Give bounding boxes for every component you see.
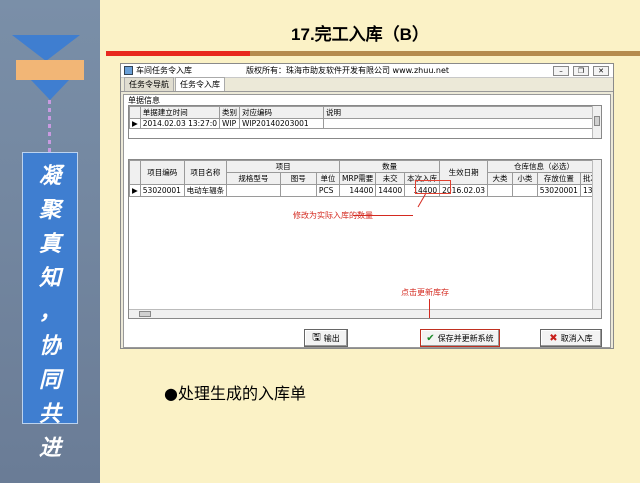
title-rule-brown xyxy=(250,51,640,56)
group-header-warehouse: 仓库信息（必选） xyxy=(487,160,601,173)
column-header[interactable]: 存放位置 xyxy=(536,172,581,185)
row-indicator-header xyxy=(129,106,141,119)
detail-grid-vscrollbar[interactable] xyxy=(592,160,601,318)
column-header[interactable]: 图号 xyxy=(279,172,317,185)
column-header[interactable]: 说明 xyxy=(323,106,601,119)
qty-highlight-box xyxy=(415,180,451,194)
column-header[interactable]: 小类 xyxy=(511,172,538,185)
column-header[interactable]: 项目编码 xyxy=(139,160,185,185)
table-cell[interactable]: 2014.02.03 13:27:0 xyxy=(139,118,221,129)
motto-char: 聚 xyxy=(38,197,61,223)
header-grid-scrollbar[interactable] xyxy=(592,106,601,138)
table-cell[interactable] xyxy=(323,118,601,129)
motto-box: 凝聚真知 ， 协同共进 xyxy=(22,152,78,461)
motto-char: 进 xyxy=(38,435,61,461)
tab-content: 单据信息 单据建立时间 类别 对应编码 说明 ▶ 2014.02.03 13:2… xyxy=(123,94,611,348)
table-cell[interactable] xyxy=(279,184,317,197)
motto-char: ， xyxy=(38,299,61,325)
column-header[interactable]: 大类 xyxy=(487,172,513,185)
window-titlebar: 车间任务令入库 版权所有：珠海市助友软件开发有限公司 www.zhuu.net … xyxy=(121,64,613,78)
table-cell[interactable]: PCS xyxy=(315,184,341,197)
table-cell[interactable]: WIP20140203001 xyxy=(239,118,325,129)
detail-grid-hscrollbar[interactable] xyxy=(129,309,601,318)
table-row[interactable]: ▶ 53020001 电动车辐条 PCS 14400 14400 14400 2… xyxy=(129,184,601,197)
close-icon[interactable]: ✕ xyxy=(593,65,609,76)
window-title: 车间任务令入库 xyxy=(136,66,192,75)
dashed-line xyxy=(48,100,51,152)
cancel-x-icon: ✖ xyxy=(549,332,558,344)
checkmark-icon: ✔ xyxy=(426,332,435,344)
orange-bar-shape xyxy=(16,60,84,80)
app-icon xyxy=(124,66,133,75)
title-rule-red xyxy=(106,51,250,56)
row-pointer-icon: ▶ xyxy=(129,184,141,197)
column-header[interactable]: 单据建立时间 xyxy=(139,106,221,119)
column-header[interactable]: 类别 xyxy=(219,106,241,119)
tab-bar: 任务令导航 任务令入库 xyxy=(121,77,613,92)
row-indicator-header xyxy=(129,160,141,185)
cancel-stock-in-button[interactable]: ✖ 取消入库 xyxy=(540,329,602,347)
export-icon: 🖫 xyxy=(312,331,321,343)
funnel-top-shape xyxy=(12,35,80,61)
column-header[interactable]: 项目名称 xyxy=(183,160,228,185)
table-cell[interactable]: WIP xyxy=(219,118,241,129)
column-header[interactable]: 单位 xyxy=(315,172,341,185)
group-header-qty: 数量 xyxy=(339,160,441,173)
motto-char: 凝 xyxy=(38,163,61,189)
annotation-click-update: 点击更新库存 xyxy=(401,288,449,297)
table-cell[interactable] xyxy=(511,184,538,197)
export-button-label: 输出 xyxy=(323,333,340,343)
annotation-arrow xyxy=(429,299,430,318)
table-cell[interactable]: 53020001 xyxy=(139,184,185,197)
table-cell[interactable]: 53020001 xyxy=(536,184,581,197)
row-pointer-icon: ▶ xyxy=(129,118,141,129)
minimize-icon[interactable]: – xyxy=(553,65,569,76)
motto-char: 同 xyxy=(38,367,61,393)
annotation-arrow xyxy=(353,215,413,216)
export-button[interactable]: 🖫 输出 xyxy=(304,329,348,347)
left-panel: 凝聚真知 ， 协同共进 xyxy=(0,0,100,483)
table-cell[interactable] xyxy=(487,184,513,197)
tab-task-stock-in[interactable]: 任务令入库 xyxy=(175,77,225,91)
slide-title: 17.完工入库（B） xyxy=(291,25,429,44)
column-header[interactable]: MRP需要 xyxy=(339,172,377,185)
tab-task-nav[interactable]: 任务令导航 xyxy=(124,77,174,91)
table-cell[interactable] xyxy=(226,184,281,197)
save-update-button-label: 保存并更新系统 xyxy=(437,333,494,343)
column-header[interactable]: 规格型号 xyxy=(226,172,281,185)
motto-char: 协 xyxy=(38,333,61,359)
app-window: 车间任务令入库 版权所有：珠海市助友软件开发有限公司 www.zhuu.net … xyxy=(120,63,614,349)
restore-icon[interactable]: ❐ xyxy=(573,65,589,76)
group-header-item: 项目 xyxy=(226,160,341,173)
table-cell[interactable]: 14400 xyxy=(339,184,377,197)
motto-char: 共 xyxy=(38,401,61,427)
table-cell[interactable]: 电动车辐条 xyxy=(183,184,228,197)
header-grid: 单据建立时间 类别 对应编码 说明 ▶ 2014.02.03 13:27:0 W… xyxy=(128,105,602,139)
funnel-bottom-shape xyxy=(31,80,69,100)
bullet-text: ●处理生成的入库单 xyxy=(164,384,306,403)
column-header[interactable]: 未交 xyxy=(375,172,406,185)
motto-char: 真 xyxy=(38,231,61,257)
table-cell[interactable]: 14400 xyxy=(375,184,406,197)
save-update-button[interactable]: ✔ 保存并更新系统 xyxy=(420,329,500,347)
detail-grid: 项目编码 项目名称 项目 数量 生效日期 仓库信息（必选） 规格型号 图号 单位… xyxy=(128,159,602,319)
copyright-text: 版权所有：珠海市助友软件开发有限公司 www.zhuu.net xyxy=(246,66,450,75)
cancel-button-label: 取消入库 xyxy=(560,333,593,343)
motto-char: 知 xyxy=(38,265,61,291)
column-header[interactable]: 对应编码 xyxy=(239,106,325,119)
